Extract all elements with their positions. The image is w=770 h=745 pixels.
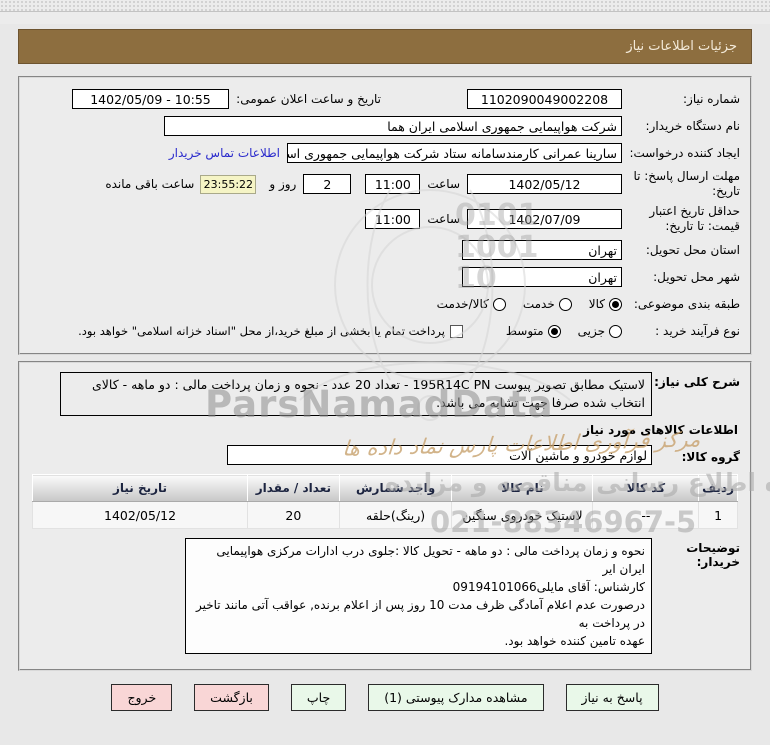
buyer-org-label: نام دستگاه خریدار: (645, 118, 741, 133)
request-creator-row: ایجاد کننده درخواست: سارینا عمرانی کارمن… (28, 142, 740, 164)
deadline-hour-label: ساعت (427, 177, 460, 191)
radio-goods-service-icon[interactable] (492, 297, 506, 311)
cell-row-number: 1 (698, 501, 738, 530)
need-description-label: شرح کلی نیاز: (654, 375, 740, 389)
delivery-city-row: شهر محل تحویل: تهران (28, 266, 740, 288)
subject-classification-label: طبقه بندی موضوعی: (633, 296, 740, 311)
goods-group-label: گروه کالا: (681, 449, 740, 464)
subject-classification-row: طبقه بندی موضوعی: کالا خدمت کالا/خدمت (28, 293, 740, 315)
page-title: جزئیات اطلاعات نیاز (626, 39, 737, 54)
deadline-date-field[interactable]: 1402/05/12 (467, 174, 622, 194)
validity-date-field[interactable]: 1402/07/09 (467, 209, 622, 229)
validity-hour-label: ساعت (427, 212, 460, 226)
view-attachments-button[interactable]: مشاهده مدارک پیوستی (1) (368, 684, 544, 712)
classification-option-goods-label: کالا (588, 297, 605, 311)
classification-option-goods-service[interactable]: کالا/خدمت (437, 297, 506, 311)
goods-table: ردیف کد کالا نام کالا واحد شمارش تعداد /… (31, 474, 738, 530)
classification-option-service[interactable]: خدمت (523, 297, 572, 311)
need-info-panel: شماره نیاز: 1102090049002208 تاریخ و ساع… (18, 76, 752, 355)
cell-goods-code: -- (592, 501, 700, 530)
delivery-province-label: استان محل تحویل: (645, 242, 740, 257)
radio-goods-icon[interactable] (609, 297, 622, 311)
process-option-partial-label: جزیی (577, 324, 605, 338)
print-button[interactable]: چاپ (290, 684, 347, 712)
respond-to-need-button[interactable]: پاسخ به نیاز (565, 684, 659, 712)
dotted-pattern (0, 0, 770, 11)
buyer-notes-line: درصورت عدم اعلام آمادگی ظرف مدت 10 روز پ… (195, 598, 645, 631)
request-creator-field[interactable]: سارینا عمرانی کارمندسامانه ستاد شرکت هوا… (287, 143, 622, 163)
deadline-time-field[interactable]: 11:00 (365, 174, 421, 194)
process-type-label: نوع فرآیند خرید : (655, 323, 740, 338)
delivery-province-row: استان محل تحویل: تهران (28, 239, 740, 261)
goods-table-header-row: ردیف کد کالا نام کالا واحد شمارش تعداد /… (31, 474, 738, 503)
process-option-medium-label: متوسط (505, 324, 544, 338)
process-type-row: نوع فرآیند خرید : جزیی متوسط پرداخت تمام… (28, 320, 740, 342)
countdown-timer: 23:55:22 (200, 174, 257, 194)
need-description-box: لاستیک مطابق تصویر پیوست 195R14C PN - تع… (60, 372, 652, 417)
deadline-days-field[interactable]: 2 (303, 174, 352, 194)
delivery-city-field[interactable]: تهران (462, 267, 622, 287)
validity-time-field[interactable]: 11:00 (365, 209, 421, 229)
cell-need-date: 1402/05/12 (31, 501, 249, 530)
col-row-number: ردیف (698, 474, 738, 503)
classification-option-service-label: خدمت (522, 297, 555, 311)
buyer-notes-line: عهده تامین کننده خواهد بود. (504, 634, 645, 649)
action-buttons: پاسخ به نیاز مشاهده مدارک پیوستی (1) چاپ… (0, 684, 770, 712)
need-number-row: شماره نیاز: 1102090049002208 تاریخ و ساع… (28, 88, 740, 110)
delivery-province-field[interactable]: تهران (462, 240, 622, 260)
goods-group-row: گروه کالا: لوازم خودرو و ماشین آلات (28, 445, 740, 466)
page-title-bar: جزئیات اطلاعات نیاز (18, 29, 752, 64)
buyer-notes-row: توضیحات خریدار: نحوه و زمان پرداخت مالی … (28, 538, 740, 655)
cell-goods-name: لاستیک خودروی سنگین (451, 501, 594, 530)
process-option-medium[interactable]: متوسط (506, 324, 561, 338)
treasury-payment-option[interactable]: پرداخت تمام یا بخشی از مبلغ خرید،از محل … (78, 324, 463, 338)
hours-remaining-label: ساعت باقی مانده (105, 177, 195, 191)
divider-line (0, 11, 770, 12)
table-row: 1 -- لاستیک خودروی سنگین (رینگ)حلقه 20 1… (31, 501, 738, 530)
announce-datetime-field[interactable]: 1402/05/09 - 10:55 (72, 89, 229, 109)
col-goods-name: نام کالا (451, 474, 594, 503)
announce-datetime-label: تاریخ و ساعت اعلان عمومی: (236, 92, 381, 106)
process-option-partial[interactable]: جزیی (578, 324, 622, 338)
price-validity-row: حداقل تاریخ اعتبار قیمت: تا تاریخ: 1402/… (28, 204, 740, 234)
back-button[interactable]: بازگشت (194, 684, 269, 712)
goods-group-field[interactable]: لوازم خودرو و ماشین آلات (227, 445, 652, 466)
buyer-notes-label: توضیحات خریدار: (686, 541, 740, 570)
goods-section-title: اطلاعات کالاهای مورد نیاز (583, 423, 738, 438)
price-validity-label: حداقل تاریخ اعتبار قیمت: تا تاریخ: (649, 204, 740, 233)
goods-details-panel: شرح کلی نیاز: لاستیک مطابق تصویر پیوست 1… (18, 361, 752, 672)
cell-quantity: 20 (247, 501, 340, 530)
request-creator-label: ایجاد کننده درخواست: (629, 145, 740, 160)
need-number-field[interactable]: 1102090049002208 (467, 89, 622, 109)
radio-service-icon[interactable] (558, 297, 572, 311)
top-texture-strip (0, 0, 770, 24)
response-deadline-row: مهلت ارسال پاسخ: تا تاریخ: 1402/05/12 سا… (28, 169, 740, 199)
deadline-days-label: روز و (269, 177, 297, 191)
buyer-contact-link[interactable]: اطلاعات تماس خریدار (169, 146, 280, 160)
delivery-city-label: شهر محل تحویل: (653, 269, 740, 284)
col-unit: واحد شمارش (338, 474, 453, 503)
buyer-org-row: نام دستگاه خریدار: شرکت هواپیمایی جمهوری… (28, 115, 740, 137)
col-quantity: تعداد / مقدار (247, 474, 340, 503)
col-goods-code: کد کالا (592, 474, 700, 503)
buyer-notes-line: نحوه و زمان پرداخت مالی : دو ماهه - تحوی… (216, 544, 645, 577)
col-need-date: تاریخ نیاز (31, 474, 249, 503)
buyer-notes-line: کارشناس: آقای مایلی09194101066 (452, 580, 645, 595)
buyer-notes-box: نحوه و زمان پرداخت مالی : دو ماهه - تحوی… (185, 538, 652, 655)
radio-medium-icon[interactable] (547, 324, 561, 338)
treasury-checkbox[interactable] (449, 324, 463, 338)
cell-unit: (رینگ)حلقه (338, 501, 453, 530)
need-number-label: شماره نیاز: (683, 91, 740, 106)
exit-button[interactable]: خروج (111, 684, 173, 712)
classification-option-goods-service-label: کالا/خدمت (436, 297, 489, 311)
radio-partial-icon[interactable] (609, 324, 622, 338)
classification-option-goods[interactable]: کالا (589, 297, 622, 311)
treasury-checkbox-label: پرداخت تمام یا بخشی از مبلغ خرید،از محل … (78, 324, 445, 338)
need-description-row: شرح کلی نیاز: لاستیک مطابق تصویر پیوست 1… (28, 372, 740, 417)
response-deadline-label: مهلت ارسال پاسخ: تا تاریخ: (633, 169, 740, 198)
buyer-org-field[interactable]: شرکت هواپیمایی جمهوری اسلامی ایران هما (164, 116, 622, 136)
